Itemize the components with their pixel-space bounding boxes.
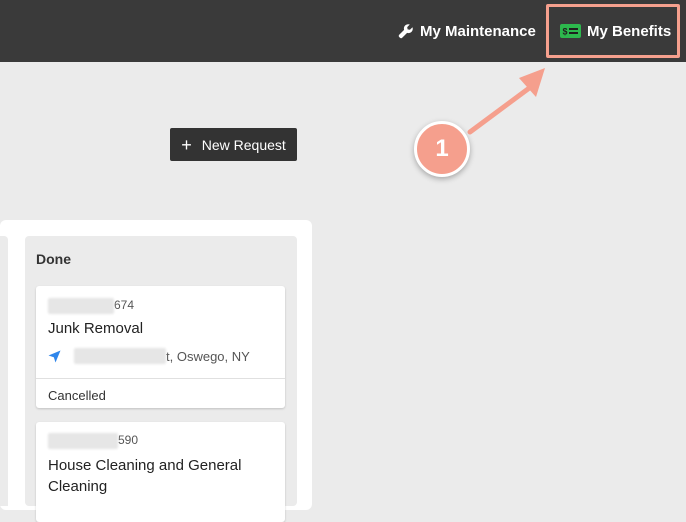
plus-icon: + [181, 134, 192, 155]
request-card[interactable]: 674 Junk Removal t, Oswego, NY Cancelled [36, 286, 285, 408]
request-id: 674 [48, 298, 134, 314]
request-title: House Cleaning and General Cleaning [48, 457, 242, 495]
request-id-suffix: 674 [114, 298, 135, 313]
step-badge: 1 [414, 121, 470, 177]
card-divider [36, 378, 285, 379]
nav-my-maintenance[interactable]: My Maintenance [398, 0, 536, 62]
nav-my-benefits[interactable]: $ My Benefits [560, 0, 671, 62]
wrench-icon [398, 24, 413, 39]
svg-text:$: $ [563, 27, 568, 37]
money-bill-icon: $ [560, 24, 581, 38]
status-label: Cancelled [48, 388, 106, 403]
top-navigation-bar: My Maintenance $ My Benefits [0, 0, 686, 62]
redacted-id [48, 298, 114, 314]
request-id: 590 [48, 433, 138, 449]
new-request-label: New Request [201, 136, 286, 153]
location-arrow-icon [48, 350, 61, 362]
new-request-button[interactable]: + New Request [170, 128, 297, 161]
request-location-suffix: t, Oswego, NY [166, 348, 250, 364]
step-number: 1 [435, 135, 449, 162]
column-title: Done [36, 251, 71, 267]
previous-column-edge [0, 236, 8, 506]
redacted-address [74, 348, 166, 364]
nav-my-maintenance-label: My Maintenance [420, 22, 536, 40]
nav-my-benefits-label: My Benefits [587, 22, 672, 40]
request-card[interactable]: 590 House Cleaning and General Cleaning [36, 422, 285, 522]
request-title: Junk Removal [48, 320, 144, 337]
request-location: t, Oswego, NY [48, 348, 250, 364]
request-id-suffix: 590 [118, 433, 139, 448]
redacted-id [48, 433, 118, 449]
column-done: Done 674 Junk Removal t, Oswego, NY Canc… [25, 236, 297, 522]
